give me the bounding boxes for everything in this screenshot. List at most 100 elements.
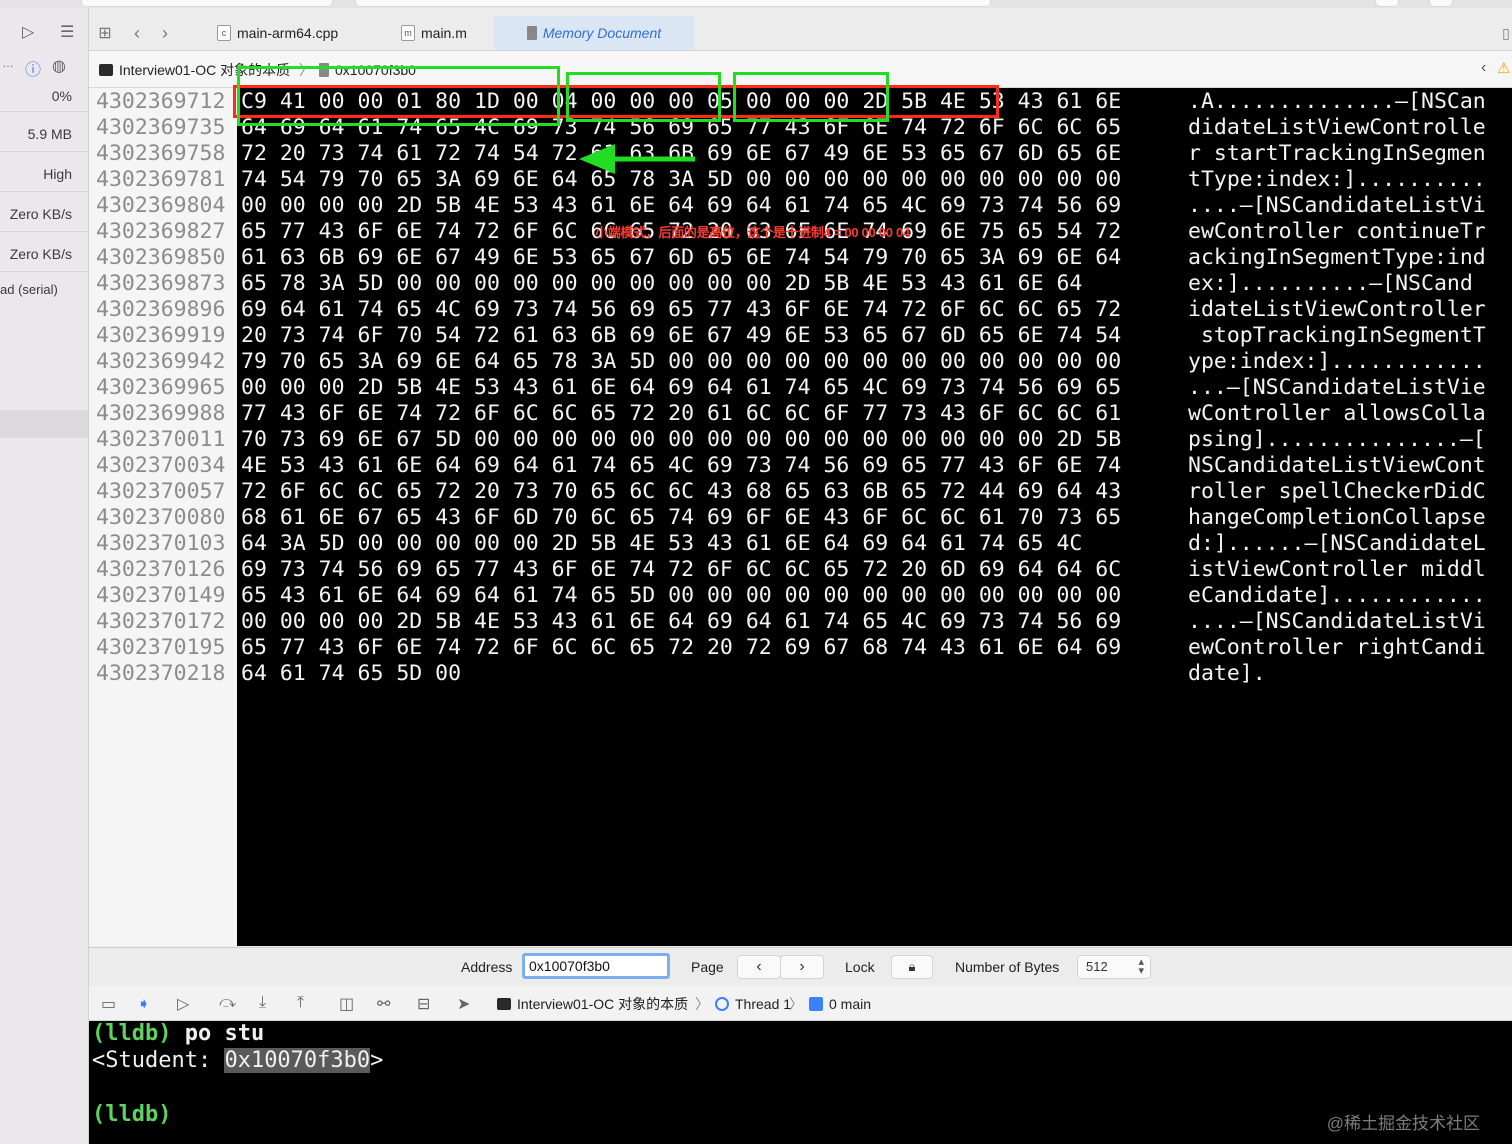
more-icon[interactable]: … xyxy=(2,56,14,70)
memory-row-ascii[interactable]: ackingInSegmentType:ind xyxy=(1188,245,1486,271)
disk-gauge-value[interactable]: Zero KB/s xyxy=(10,206,72,222)
memory-row-ascii[interactable]: roller spellCheckerDidC xyxy=(1188,479,1486,505)
debug-breadcrumb-frame[interactable]: 〉 0 main xyxy=(789,994,871,1014)
lock-button[interactable]: 🔒︎ xyxy=(891,955,933,979)
network-gauge-value[interactable]: Zero KB/s xyxy=(10,246,72,262)
step-over-icon[interactable]: ⤼ xyxy=(219,994,236,1012)
top-pill-left xyxy=(82,0,332,6)
memory-viewer[interactable]: 4302369712 C9 41 00 00 01 80 1D 00 04 00 … xyxy=(89,66,1512,946)
info-icon[interactable]: ⓘ xyxy=(25,56,41,80)
memory-row-ascii[interactable]: d:]......–[NSCandidateL xyxy=(1188,531,1486,557)
tab-memory-document[interactable]: Memory Document xyxy=(494,16,694,50)
address-input[interactable]: 0x10070f3b0 xyxy=(522,953,670,979)
memory-row-hex[interactable]: 79 70 65 3A 69 6E 64 65 78 3A 5D 00 00 0… xyxy=(241,349,1121,375)
page-previous-button[interactable]: ‹ xyxy=(737,955,781,979)
memory-row-ascii[interactable]: ewController continueTr xyxy=(1188,219,1486,245)
memory-row-ascii[interactable]: tType:index:].......... xyxy=(1188,167,1486,193)
memory-row-ascii[interactable]: istViewController middl xyxy=(1188,557,1486,583)
annotation-note: 小端模式，后面的是高位，这个是十进制4 = 00 00 00 04 xyxy=(595,225,910,240)
step-into-icon[interactable]: ⤓ xyxy=(259,994,266,1012)
step-out-icon[interactable]: ⤒ xyxy=(297,994,304,1012)
window-top-strip xyxy=(0,0,1512,8)
memory-row-hex[interactable]: 64 3A 5D 00 00 00 00 00 2D 5B 4E 53 43 6… xyxy=(241,531,1082,557)
memory-row-hex[interactable]: 00 00 00 2D 5B 4E 53 43 61 6E 64 69 64 6… xyxy=(241,375,1121,401)
warning-icon[interactable]: ⚠ xyxy=(1497,59,1510,77)
annotation-green-box-no xyxy=(566,72,721,122)
list-icon[interactable]: ☰ xyxy=(60,22,74,42)
divider xyxy=(0,111,88,112)
memory-row-ascii[interactable]: r startTrackingInSegmen xyxy=(1188,141,1486,167)
continue-icon[interactable]: ▷ xyxy=(177,994,189,1014)
memory-row-ascii[interactable]: psing]...............–[ xyxy=(1188,427,1486,453)
tab-main-m[interactable]: m main.m xyxy=(389,16,509,50)
console-output-address[interactable]: 0x10070f3b0 xyxy=(224,1048,371,1073)
memory-row-ascii[interactable]: .A..............–[NSCan xyxy=(1188,89,1486,115)
memory-row-hex[interactable]: 77 43 6F 6E 74 72 6F 6C 6C 65 72 20 61 6… xyxy=(241,401,1121,427)
memory-row-ascii[interactable]: ....–[NSCandidateListVi xyxy=(1188,193,1486,219)
back-chevron-icon[interactable]: ‹ xyxy=(125,16,149,50)
memory-row-ascii[interactable]: wController allowsColla xyxy=(1188,401,1486,427)
memory-row-hex[interactable]: 69 73 74 56 69 65 77 43 6F 6E 74 72 6F 6… xyxy=(241,557,1121,583)
number-of-bytes-select[interactable]: 512 ▴ ▾ xyxy=(1077,955,1151,979)
lldb-console[interactable]: (lldb) po stu <Student: 0x10070f3b0> (ll… xyxy=(89,1021,1512,1144)
memory-row-ascii[interactable]: ...–[NSCandidateListVie xyxy=(1188,375,1486,401)
environment-overrides-icon[interactable]: ⊟ xyxy=(417,994,430,1014)
split-editor-icon[interactable]: ▯ xyxy=(1494,16,1512,50)
page-label: Page xyxy=(691,959,724,975)
memory-row-ascii[interactable]: didateListViewControlle xyxy=(1188,115,1486,141)
lock-label: Lock xyxy=(845,959,875,975)
memory-row-ascii[interactable]: hangeCompletionCollapse xyxy=(1188,505,1486,531)
tab-main-arm64-cpp[interactable]: c main-arm64.cpp xyxy=(205,16,383,50)
memory-row-ascii[interactable]: eCandidate]............ xyxy=(1188,583,1486,609)
breakpoints-toggle-icon[interactable]: ➧ xyxy=(137,994,150,1014)
memory-row-ascii[interactable]: date]. xyxy=(1188,661,1266,687)
memory-row-hex[interactable]: 68 61 6E 67 65 43 6F 6D 70 6C 65 74 69 6… xyxy=(241,505,1121,531)
memory-row-ascii[interactable]: ype:index:]............ xyxy=(1188,349,1486,375)
memory-gauge-value[interactable]: 5.9 MB xyxy=(28,126,72,142)
memory-row-hex[interactable]: 00 00 00 00 2D 5B 4E 53 43 61 6E 64 69 6… xyxy=(241,609,1121,635)
memory-row-hex[interactable]: 20 73 74 6F 70 54 72 61 63 6B 69 6E 67 4… xyxy=(241,323,1121,349)
hide-debug-area-icon[interactable]: ▭ xyxy=(101,994,116,1014)
memory-graph-icon[interactable]: ⚯ xyxy=(377,994,390,1014)
memory-row-address: 4302370034 xyxy=(96,453,226,478)
memory-row-address: 4302369712 xyxy=(96,89,226,114)
memory-row-hex[interactable]: 70 73 69 6E 67 5D 00 00 00 00 00 00 00 0… xyxy=(241,427,1121,453)
page-next-button[interactable]: › xyxy=(780,955,824,979)
memory-row-address: 4302370080 xyxy=(96,505,226,530)
thread-queue-label[interactable]: ad (serial) xyxy=(0,282,58,297)
memory-row-hex[interactable]: 00 00 00 00 2D 5B 4E 53 43 61 6E 64 69 6… xyxy=(241,193,1121,219)
cpu-gauge-value[interactable]: 0% xyxy=(52,88,72,104)
stepper-icon: ▴ ▾ xyxy=(1138,956,1144,977)
memory-row-hex[interactable]: 69 64 61 74 65 4C 69 73 74 56 69 65 77 4… xyxy=(241,297,1121,323)
memory-row-ascii[interactable]: ....–[NSCandidateListVi xyxy=(1188,609,1486,635)
memory-row-ascii[interactable]: ewController rightCandi xyxy=(1188,635,1486,661)
memory-row-address: 4302370011 xyxy=(96,427,226,452)
view-hierarchy-icon[interactable]: ◫ xyxy=(339,994,354,1014)
memory-address-bar: Address 0x10070f3b0 Page ‹ › Lock 🔒︎ Num… xyxy=(89,947,1512,987)
simulate-location-icon[interactable]: ➤ xyxy=(457,994,470,1014)
debug-breadcrumb-thread[interactable]: 〉 Thread 1 xyxy=(695,994,791,1014)
chevron-left-icon[interactable]: ‹ xyxy=(1481,59,1486,77)
memory-row-ascii[interactable]: idateListViewController xyxy=(1188,297,1486,323)
memory-row-hex[interactable]: 4E 53 43 61 6E 64 69 64 61 74 65 4C 69 7… xyxy=(241,453,1121,479)
tag-icon[interactable]: ▷ xyxy=(22,22,34,42)
memory-row-hex[interactable]: 64 61 74 65 5D 00 xyxy=(241,661,461,687)
debug-breadcrumb-project[interactable]: Interview01-OC 对象的本质 xyxy=(497,994,688,1014)
energy-gauge-value[interactable]: High xyxy=(43,166,72,182)
forward-chevron-icon[interactable]: › xyxy=(153,16,177,50)
editor-tab-bar: ⊞ ‹ › c main-arm64.cpp m main.m Memory D… xyxy=(89,16,1512,51)
memory-row-hex[interactable]: 65 77 43 6F 6E 74 72 6F 6C 6C 65 72 20 7… xyxy=(241,635,1121,661)
memory-row-hex[interactable]: 61 63 6B 69 6E 67 49 6E 53 65 67 6D 65 6… xyxy=(241,245,1121,271)
memory-row-ascii[interactable]: ex:]..........–[NSCand xyxy=(1188,271,1473,297)
memory-row-hex[interactable]: 72 6F 6C 6C 65 72 20 73 70 65 6C 6C 43 6… xyxy=(241,479,1121,505)
selected-frame-row[interactable] xyxy=(0,410,88,438)
cpp-file-icon: c xyxy=(217,25,231,41)
watermark: @稀土掘金技术社区 xyxy=(1326,1114,1480,1133)
grid-icon[interactable]: ⊞ xyxy=(93,16,117,50)
threads-icon[interactable]: ◍ xyxy=(52,56,66,76)
memory-row-hex[interactable]: 65 78 3A 5D 00 00 00 00 00 00 00 00 00 0… xyxy=(241,271,1082,297)
memory-row-hex[interactable]: 65 43 61 6E 64 69 64 61 74 65 5D 00 00 0… xyxy=(241,583,1121,609)
memory-row-ascii[interactable]: stopTrackingInSegmentT xyxy=(1188,323,1486,349)
memory-row-ascii[interactable]: NSCandidateListViewCont xyxy=(1188,453,1486,479)
console-line-prompt: (lldb) xyxy=(92,1102,171,1127)
